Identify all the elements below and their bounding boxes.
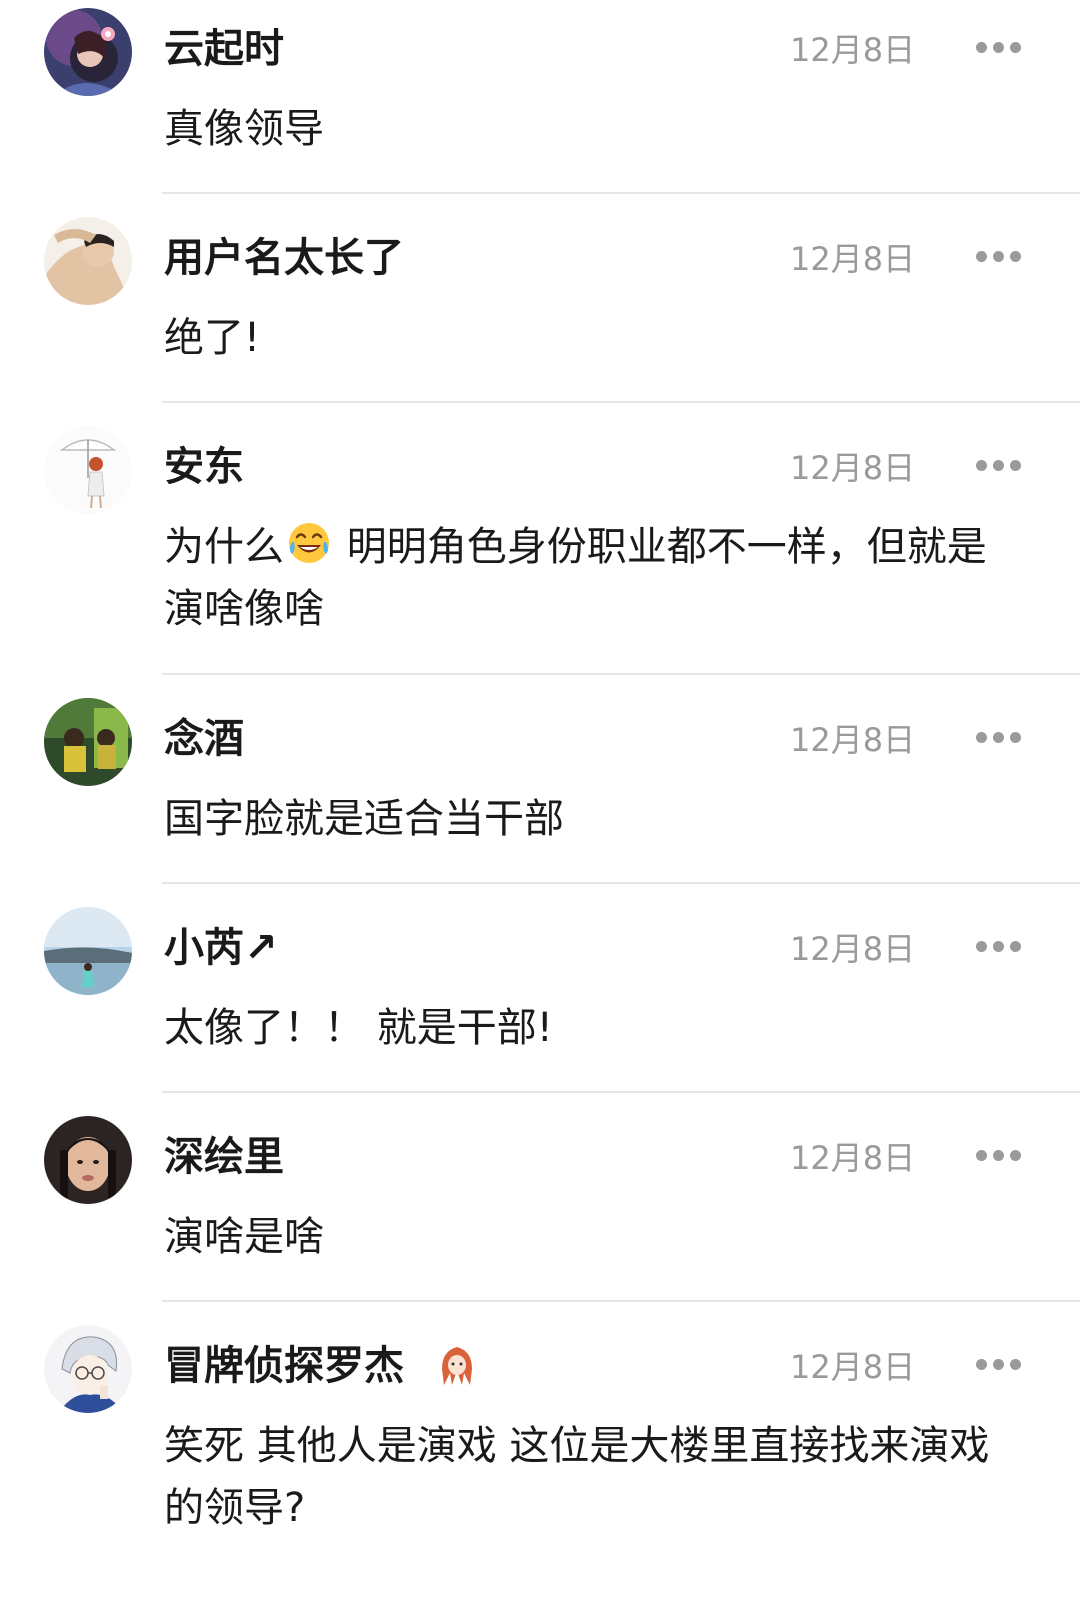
more-options-icon[interactable] — [976, 941, 1022, 953]
comment-date: 12月8日 — [790, 721, 916, 759]
comment-text: 演啥是啥 — [164, 1214, 324, 1260]
more-options-icon[interactable] — [976, 1150, 1022, 1162]
avatar[interactable] — [44, 907, 132, 995]
username[interactable]: 用户名太长了 — [164, 233, 404, 283]
character-badge-icon — [442, 1347, 472, 1385]
username[interactable]: 安东 — [164, 442, 244, 492]
username[interactable]: 深绘里 — [164, 1132, 284, 1182]
more-options-icon[interactable] — [976, 251, 1022, 263]
username[interactable]: 小芮↗ — [164, 923, 278, 973]
username[interactable]: 云起时 — [164, 24, 284, 74]
comment-text: 国字脸就是适合当干部 — [164, 796, 564, 842]
divider — [162, 673, 1080, 675]
username[interactable]: 念酒 — [164, 714, 244, 764]
avatar[interactable] — [44, 1116, 132, 1204]
comment-date: 12月8日 — [790, 1139, 916, 1177]
divider — [162, 192, 1080, 194]
divider — [162, 882, 1080, 884]
comment-text: 太像了！！ 就是干部! — [164, 1005, 553, 1051]
comment-date: 12月8日 — [790, 31, 916, 69]
username[interactable]: 冒牌侦探罗杰 — [164, 1341, 404, 1391]
comment-date: 12月8日 — [790, 930, 916, 968]
comment-text-part: 为什么 — [164, 524, 284, 570]
avatar[interactable] — [44, 426, 132, 514]
avatar[interactable] — [44, 8, 132, 96]
comment-date: 12月8日 — [790, 240, 916, 278]
avatar[interactable] — [44, 698, 132, 786]
comment-text: 绝了! — [164, 315, 261, 361]
more-options-icon[interactable] — [976, 1359, 1022, 1371]
comment-text: 真像领导 — [164, 106, 324, 152]
divider — [162, 1300, 1080, 1302]
comment-date: 12月8日 — [790, 449, 916, 487]
divider — [162, 401, 1080, 403]
more-options-icon[interactable] — [976, 460, 1022, 472]
divider — [162, 1091, 1080, 1093]
tears-of-joy-emoji — [289, 523, 329, 563]
comment-text: 为什么 明明角色身份职业都不一样，但就是演啥像啥 — [164, 516, 1004, 640]
comment-text: 笑死 其他人是演戏 这位是大楼里直接找来演戏的领导? — [164, 1423, 990, 1531]
avatar[interactable] — [44, 1325, 132, 1413]
avatar[interactable] — [44, 217, 132, 305]
more-options-icon[interactable] — [976, 42, 1022, 54]
more-options-icon[interactable] — [976, 732, 1022, 744]
comment-date: 12月8日 — [790, 1348, 916, 1386]
